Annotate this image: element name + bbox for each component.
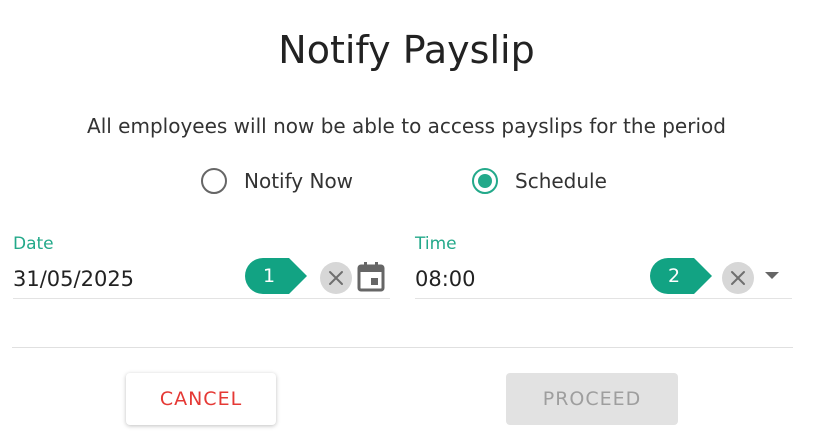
notify-now-label: Notify Now bbox=[244, 169, 354, 193]
date-field-label: Date bbox=[13, 234, 54, 254]
notify-now-radio[interactable]: Notify Now bbox=[201, 168, 353, 194]
date-input[interactable]: 31/05/2025 bbox=[13, 267, 134, 291]
schedule-label: Schedule bbox=[515, 169, 607, 193]
date-clear-button[interactable] bbox=[320, 262, 352, 294]
radio-unchecked-icon bbox=[201, 168, 227, 194]
callout-marker-2: 2 bbox=[650, 258, 712, 294]
callout-number: 2 bbox=[667, 265, 681, 287]
time-clear-button[interactable] bbox=[722, 262, 754, 294]
time-field-label: Time bbox=[415, 234, 457, 254]
dropdown-arrow-icon[interactable] bbox=[764, 270, 780, 280]
time-input[interactable]: 08:00 bbox=[415, 267, 476, 291]
radio-checked-icon bbox=[472, 168, 498, 194]
close-icon bbox=[731, 271, 745, 285]
dialog-description: All employees will now be able to access… bbox=[87, 114, 726, 138]
dialog-title: Notify Payslip bbox=[278, 28, 535, 72]
callout-number: 1 bbox=[262, 265, 276, 287]
cancel-button[interactable]: CANCEL bbox=[126, 373, 276, 425]
divider bbox=[12, 347, 793, 348]
time-field-underline bbox=[415, 298, 792, 299]
schedule-radio[interactable]: Schedule bbox=[472, 168, 607, 194]
close-icon bbox=[329, 271, 343, 285]
calendar-icon[interactable] bbox=[357, 262, 385, 292]
proceed-button[interactable]: PROCEED bbox=[506, 373, 678, 425]
callout-marker-1: 1 bbox=[245, 258, 307, 294]
date-field-underline bbox=[13, 298, 390, 299]
